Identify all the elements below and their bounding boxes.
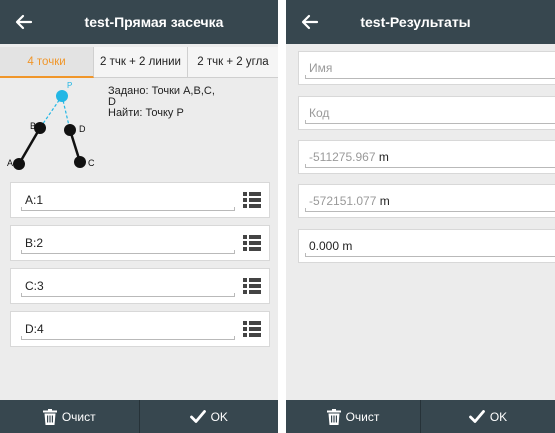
point-row-c[interactable]: C:3 — [10, 268, 270, 304]
ok-label: OK — [489, 409, 508, 424]
row-underline — [21, 250, 235, 254]
find-text: Найти: Точку Р — [108, 107, 184, 119]
point-row-a[interactable]: A:1 — [10, 182, 270, 218]
trash-icon — [42, 408, 57, 425]
intersection-diagram: P A B C D — [7, 81, 95, 170]
x-coordinate-field[interactable]: -511275.967 m — [298, 140, 555, 174]
check-icon — [468, 410, 485, 423]
row-underline — [21, 336, 235, 340]
trash-icon — [326, 408, 341, 425]
clear-button[interactable]: Очист — [286, 400, 420, 433]
point-row-b[interactable]: B:2 — [10, 225, 270, 261]
tab-2-points-2-lines[interactable]: 2 тчк + 2 линии — [94, 47, 188, 78]
list-icon[interactable] — [243, 321, 261, 337]
code-field[interactable]: Код — [298, 96, 555, 130]
intersection-screen: test-Прямая засечка 4 точки 2 тчк + 2 ли… — [0, 0, 278, 433]
task-description: Задано: Точки А,В,С, D Найти: Точку Р — [108, 86, 268, 119]
back-button[interactable] — [8, 6, 40, 38]
name-placeholder: Имя — [309, 61, 333, 75]
field-underline — [305, 253, 555, 257]
tab-4-points[interactable]: 4 точки — [0, 47, 94, 78]
point-b-label: B — [30, 121, 36, 131]
point-a-marker — [13, 158, 25, 170]
point-row-label: B:2 — [25, 236, 44, 250]
y-value: -572151.077 — [309, 194, 377, 208]
field-underline — [305, 208, 555, 212]
screen-title: test-Прямая засечка — [84, 14, 224, 30]
height-value: 0.000 m — [309, 239, 353, 253]
point-d-label: D — [79, 124, 86, 134]
clear-label: Очист — [345, 409, 380, 424]
row-underline — [21, 293, 235, 297]
bottom-action-bar: Очист OK — [0, 400, 278, 433]
point-c-label: C — [88, 158, 95, 168]
point-p-marker — [56, 90, 68, 102]
point-row-label: A:1 — [25, 193, 44, 207]
y-unit: m — [379, 194, 390, 208]
list-icon[interactable] — [243, 278, 261, 294]
app-bar: test-Результаты — [286, 0, 555, 44]
ok-button[interactable]: OK — [420, 400, 555, 433]
clear-label: Очист — [61, 409, 96, 424]
method-tabs: 4 точки 2 тчк + 2 линии 2 тчк + 2 угла — [0, 47, 278, 78]
ok-button[interactable]: OK — [138, 400, 279, 433]
clear-button[interactable]: Очист — [0, 400, 139, 433]
results-screen: test-Результаты Имя Код -511275.967 m -5… — [286, 0, 555, 433]
point-row-label: C:3 — [25, 279, 44, 293]
app-bar: test-Прямая засечка — [0, 0, 278, 44]
list-icon[interactable] — [243, 192, 261, 208]
point-c-marker — [74, 156, 86, 168]
code-placeholder: Код — [309, 106, 330, 120]
field-underline — [305, 75, 555, 79]
point-p-label: P — [67, 81, 72, 90]
name-field[interactable]: Имя — [298, 51, 555, 85]
y-coordinate-field[interactable]: -572151.077 m — [298, 184, 555, 218]
row-underline — [21, 207, 235, 211]
point-a-label: A — [7, 158, 13, 168]
screen-title: test-Результаты — [360, 14, 471, 30]
x-unit: m — [378, 150, 389, 164]
given-text: Задано: Точки А,В,С, D — [108, 85, 215, 108]
point-d-marker — [64, 124, 76, 136]
height-field[interactable]: 0.000 m — [298, 229, 555, 263]
field-underline — [305, 120, 555, 124]
bottom-action-bar: Очист OK — [286, 400, 555, 433]
arrow-left-icon — [15, 14, 33, 30]
ok-label: OK — [210, 409, 228, 424]
check-icon — [189, 410, 206, 423]
tab-2-points-2-angles[interactable]: 2 тчк + 2 угла — [188, 47, 278, 78]
point-row-d[interactable]: D:4 — [10, 311, 270, 347]
list-icon[interactable] — [243, 235, 261, 251]
x-value: -511275.967 — [309, 150, 376, 164]
field-underline — [305, 164, 555, 168]
point-row-label: D:4 — [25, 322, 44, 336]
